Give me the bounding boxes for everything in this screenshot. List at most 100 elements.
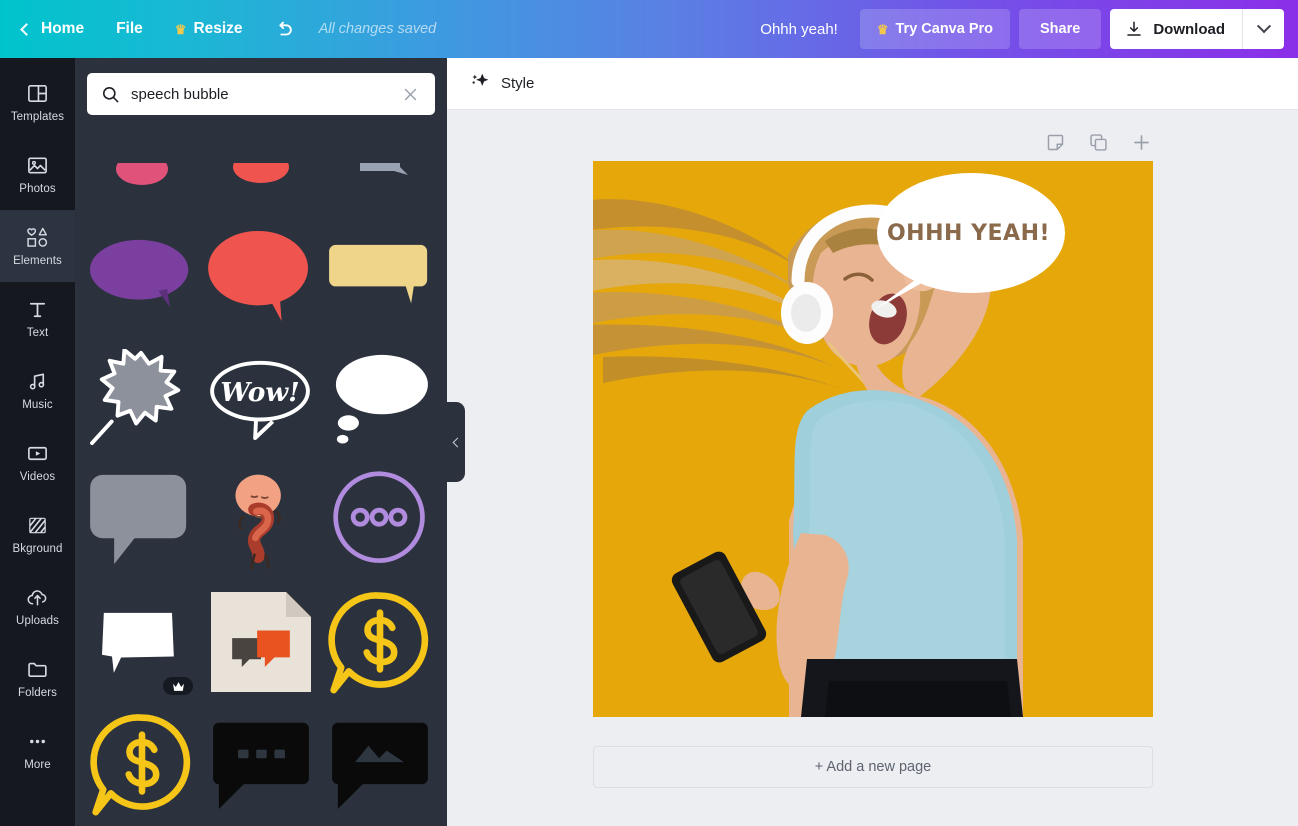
sidebar-item-label: Elements xyxy=(13,255,62,267)
add-new-page-button[interactable]: + Add a new page xyxy=(593,746,1153,788)
sidebar-item-label: Folders xyxy=(17,687,58,699)
design-page[interactable]: OHHH YEAH! xyxy=(593,161,1153,717)
undo-button[interactable] xyxy=(259,0,309,58)
element-tile-purple-oval-bubble[interactable] xyxy=(87,221,197,331)
canva-editor: Home File ♛ Resize All changes saved Ohh… xyxy=(0,0,1298,826)
document-title[interactable]: Ohhh yeah! xyxy=(760,21,838,38)
speech-bubble-element[interactable]: OHHH YEAH! xyxy=(872,171,1065,311)
element-tile-black-dots-chat[interactable] xyxy=(206,709,316,819)
sidebar-item-background[interactable]: Bkground xyxy=(0,498,75,570)
speech-bubble-text[interactable]: OHHH YEAH! xyxy=(872,171,1065,296)
sidebar-item-label: Photos xyxy=(19,183,56,195)
element-tile-yellow-rect-bubble[interactable] xyxy=(325,221,435,331)
clear-search-button[interactable] xyxy=(398,82,423,107)
undo-arrow-icon xyxy=(278,21,292,36)
left-sidebar: Templates Photos Elements Text Music Vid… xyxy=(0,58,75,826)
pro-badge xyxy=(163,677,193,695)
file-menu-button[interactable]: File xyxy=(100,0,159,58)
music-icon xyxy=(26,369,49,393)
top-bar: Home File ♛ Resize All changes saved Ohh… xyxy=(0,0,1298,58)
search-container xyxy=(75,58,447,124)
try-pro-label: Try Canva Pro xyxy=(895,21,994,37)
sidebar-item-more[interactable]: More xyxy=(0,714,75,786)
canvas-area: OHHH YEAH! + Add a new page xyxy=(447,110,1298,826)
folders-icon xyxy=(26,657,49,681)
text-icon xyxy=(26,297,49,321)
elements-icon xyxy=(25,225,50,249)
more-dots-icon xyxy=(26,729,49,753)
sidebar-item-label: Music xyxy=(22,399,53,411)
element-tile-white-thought-bubble[interactable] xyxy=(325,343,435,453)
elements-results-grid: Wow! xyxy=(75,58,447,826)
background-icon xyxy=(26,513,49,537)
sidebar-item-photos[interactable]: Photos xyxy=(0,138,75,210)
collapse-panel-button[interactable] xyxy=(447,402,465,482)
style-tab[interactable]: Style xyxy=(501,75,534,92)
photos-icon xyxy=(26,153,49,177)
search-input[interactable] xyxy=(131,85,387,103)
add-page-icon[interactable] xyxy=(1131,132,1152,153)
chevron-left-icon xyxy=(20,22,33,36)
download-label: Download xyxy=(1153,20,1225,38)
sidebar-item-folders[interactable]: Folders xyxy=(0,642,75,714)
download-group: Download xyxy=(1110,9,1284,49)
top-bar-right: Ohhh yeah! ♛ Try Canva Pro Share Downloa… xyxy=(760,0,1298,58)
add-new-page-label: + Add a new page xyxy=(814,759,932,775)
search-icon xyxy=(102,86,119,102)
sidebar-item-label: Templates xyxy=(10,111,65,123)
home-button[interactable]: Home xyxy=(0,0,100,58)
download-arrow-icon xyxy=(1127,21,1142,36)
search-box[interactable] xyxy=(87,73,435,115)
sidebar-item-videos[interactable]: Videos xyxy=(0,426,75,498)
share-button[interactable]: Share xyxy=(1019,9,1102,49)
element-tile-dollar-bubble[interactable] xyxy=(325,587,435,697)
style-toolbar: Style xyxy=(447,58,1298,110)
download-options-button[interactable] xyxy=(1242,9,1284,49)
editor-main: Style OHHH YEAH! + Add a new page xyxy=(447,58,1298,826)
notes-icon[interactable] xyxy=(1045,132,1066,153)
element-tile-grey-rounded-bubble[interactable] xyxy=(87,465,197,575)
element-tile[interactable] xyxy=(87,163,197,209)
try-canva-pro-button[interactable]: ♛ Try Canva Pro xyxy=(859,9,1011,49)
download-button[interactable]: Download xyxy=(1110,9,1242,49)
sidebar-item-uploads[interactable]: Uploads xyxy=(0,570,75,642)
home-label: Home xyxy=(41,20,85,37)
crown-icon xyxy=(172,681,184,691)
sidebar-item-label: More xyxy=(24,759,51,771)
chevron-down-icon xyxy=(1256,19,1271,34)
elements-panel: Wow! xyxy=(75,58,447,826)
element-tile-grey-burst-bubble[interactable] xyxy=(87,343,197,453)
top-bar-left: Home File ♛ Resize All changes saved xyxy=(0,0,436,58)
element-tile-black-image-chat[interactable] xyxy=(325,709,435,819)
element-tile-bacon-character[interactable] xyxy=(206,465,316,575)
crown-icon: ♛ xyxy=(876,21,889,37)
close-x-icon xyxy=(404,88,417,100)
crown-icon: ♛ xyxy=(174,21,187,37)
duplicate-page-icon[interactable] xyxy=(1088,132,1109,153)
sidebar-item-label: Bkground xyxy=(12,543,63,555)
templates-icon xyxy=(26,81,49,105)
sidebar-item-label: Uploads xyxy=(16,615,59,627)
element-tile[interactable] xyxy=(325,163,435,209)
uploads-icon xyxy=(26,585,49,609)
element-tile-chat-sticker-card[interactable] xyxy=(206,587,316,697)
share-label: Share xyxy=(1040,21,1081,37)
wow-label: Wow! xyxy=(220,377,299,408)
sidebar-item-music[interactable]: Music xyxy=(0,354,75,426)
element-tile-red-round-bubble[interactable] xyxy=(206,221,316,331)
element-tile-white-rough-bubble[interactable] xyxy=(87,587,197,697)
element-tile-dollar-bubble-2[interactable] xyxy=(87,709,197,819)
page-tools xyxy=(1045,132,1152,153)
sidebar-item-templates[interactable]: Templates xyxy=(0,66,75,138)
sidebar-item-text[interactable]: Text xyxy=(0,282,75,354)
save-status: All changes saved xyxy=(318,21,437,37)
sparkle-icon xyxy=(470,71,491,97)
element-tile-wow-bubble[interactable]: Wow! xyxy=(206,343,316,453)
element-tile[interactable] xyxy=(206,163,316,209)
resize-label: Resize xyxy=(193,20,243,37)
element-tile-purple-circle-dots-bubble[interactable] xyxy=(325,465,435,575)
file-label: File xyxy=(116,20,143,37)
resize-button[interactable]: ♛ Resize xyxy=(159,0,259,58)
chevron-left-icon xyxy=(452,437,463,447)
sidebar-item-elements[interactable]: Elements xyxy=(0,210,75,282)
